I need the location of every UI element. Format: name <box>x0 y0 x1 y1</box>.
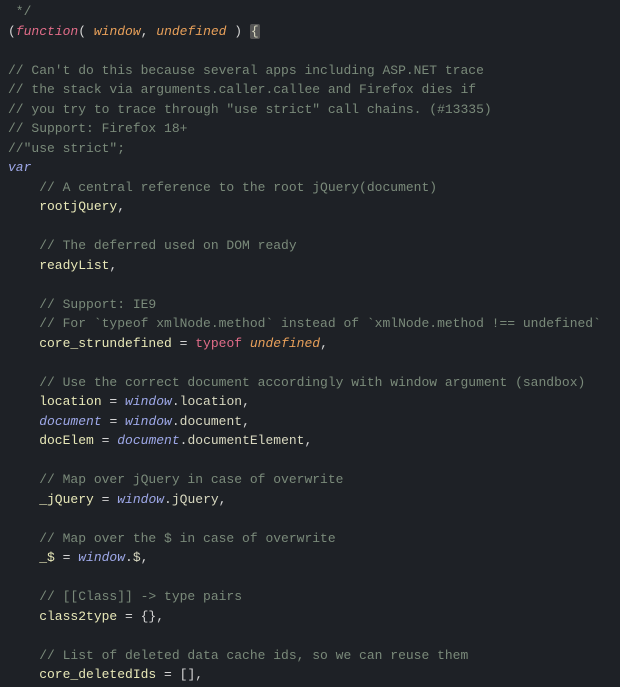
comment: // you try to trace through "use strict"… <box>8 102 492 117</box>
comment: // Use the correct document accordingly … <box>8 375 585 390</box>
comment: // Can't do this because several apps in… <box>8 63 484 78</box>
property: document <box>180 414 242 429</box>
window-ref: window <box>117 492 164 507</box>
param-window: window <box>94 24 141 39</box>
comma: , <box>320 336 328 351</box>
dot: . <box>172 414 180 429</box>
property: documentElement <box>187 433 304 448</box>
comma: , <box>242 394 250 409</box>
comment: // A central reference to the root jQuer… <box>8 180 437 195</box>
identifier: rootjQuery <box>8 199 117 214</box>
identifier: docElem <box>8 433 94 448</box>
paren: ( <box>78 24 94 39</box>
keyword-var: var <box>8 160 31 175</box>
window-ref: window <box>78 550 125 565</box>
window-ref: window <box>125 394 172 409</box>
comment: // [[Class]] -> type pairs <box>8 589 242 604</box>
space <box>242 336 250 351</box>
equals: = <box>102 414 125 429</box>
identifier: core_deletedIds <box>8 667 156 682</box>
comment: // Map over jQuery in case of overwrite <box>8 472 343 487</box>
comma: , <box>141 550 149 565</box>
dot: . <box>172 394 180 409</box>
comma: , <box>219 492 227 507</box>
code-editor[interactable]: */ (function( window, undefined ) { // C… <box>0 0 620 687</box>
paren: ( <box>8 24 16 39</box>
keyword-typeof: typeof <box>195 336 242 351</box>
comment: // the stack via arguments.caller.callee… <box>8 82 476 97</box>
property: jQuery <box>172 492 219 507</box>
equals: = <box>94 492 117 507</box>
equals: = <box>102 394 125 409</box>
identifier: location <box>8 394 102 409</box>
comment: // Support: IE9 <box>8 297 156 312</box>
comma: , <box>141 24 157 39</box>
paren: ) <box>226 24 249 39</box>
equals: = <box>94 433 117 448</box>
property: location <box>180 394 242 409</box>
identifier: _jQuery <box>8 492 94 507</box>
identifier: class2type <box>8 609 117 624</box>
comment: // List of deleted data cache ids, so we… <box>8 648 468 663</box>
identifier: document <box>39 414 101 429</box>
dot: . <box>125 550 133 565</box>
equals: = <box>172 336 195 351</box>
comment: // For `typeof xmlNode.method` instead o… <box>8 316 601 331</box>
comma: , <box>242 414 250 429</box>
comment: */ <box>8 4 31 19</box>
equals: = <box>55 550 78 565</box>
brackets: = [], <box>156 667 203 682</box>
undefined: undefined <box>250 336 320 351</box>
comma: , <box>117 199 125 214</box>
identifier: _$ <box>8 550 55 565</box>
identifier: readyList <box>8 258 109 273</box>
dot: . <box>164 492 172 507</box>
window-ref: window <box>125 414 172 429</box>
brace-match: { <box>250 24 260 39</box>
keyword-function: function <box>16 24 78 39</box>
comment: // Map over the $ in case of overwrite <box>8 531 336 546</box>
param-undefined: undefined <box>156 24 226 39</box>
identifier: core_strundefined <box>8 336 172 351</box>
document-ref: document <box>117 433 179 448</box>
comment: //"use strict"; <box>8 141 125 156</box>
property: $ <box>133 550 141 565</box>
comma: , <box>109 258 117 273</box>
indent <box>8 414 39 429</box>
braces: = {}, <box>117 609 164 624</box>
comment: // The deferred used on DOM ready <box>8 238 297 253</box>
comma: , <box>305 433 313 448</box>
comment: // Support: Firefox 18+ <box>8 121 187 136</box>
